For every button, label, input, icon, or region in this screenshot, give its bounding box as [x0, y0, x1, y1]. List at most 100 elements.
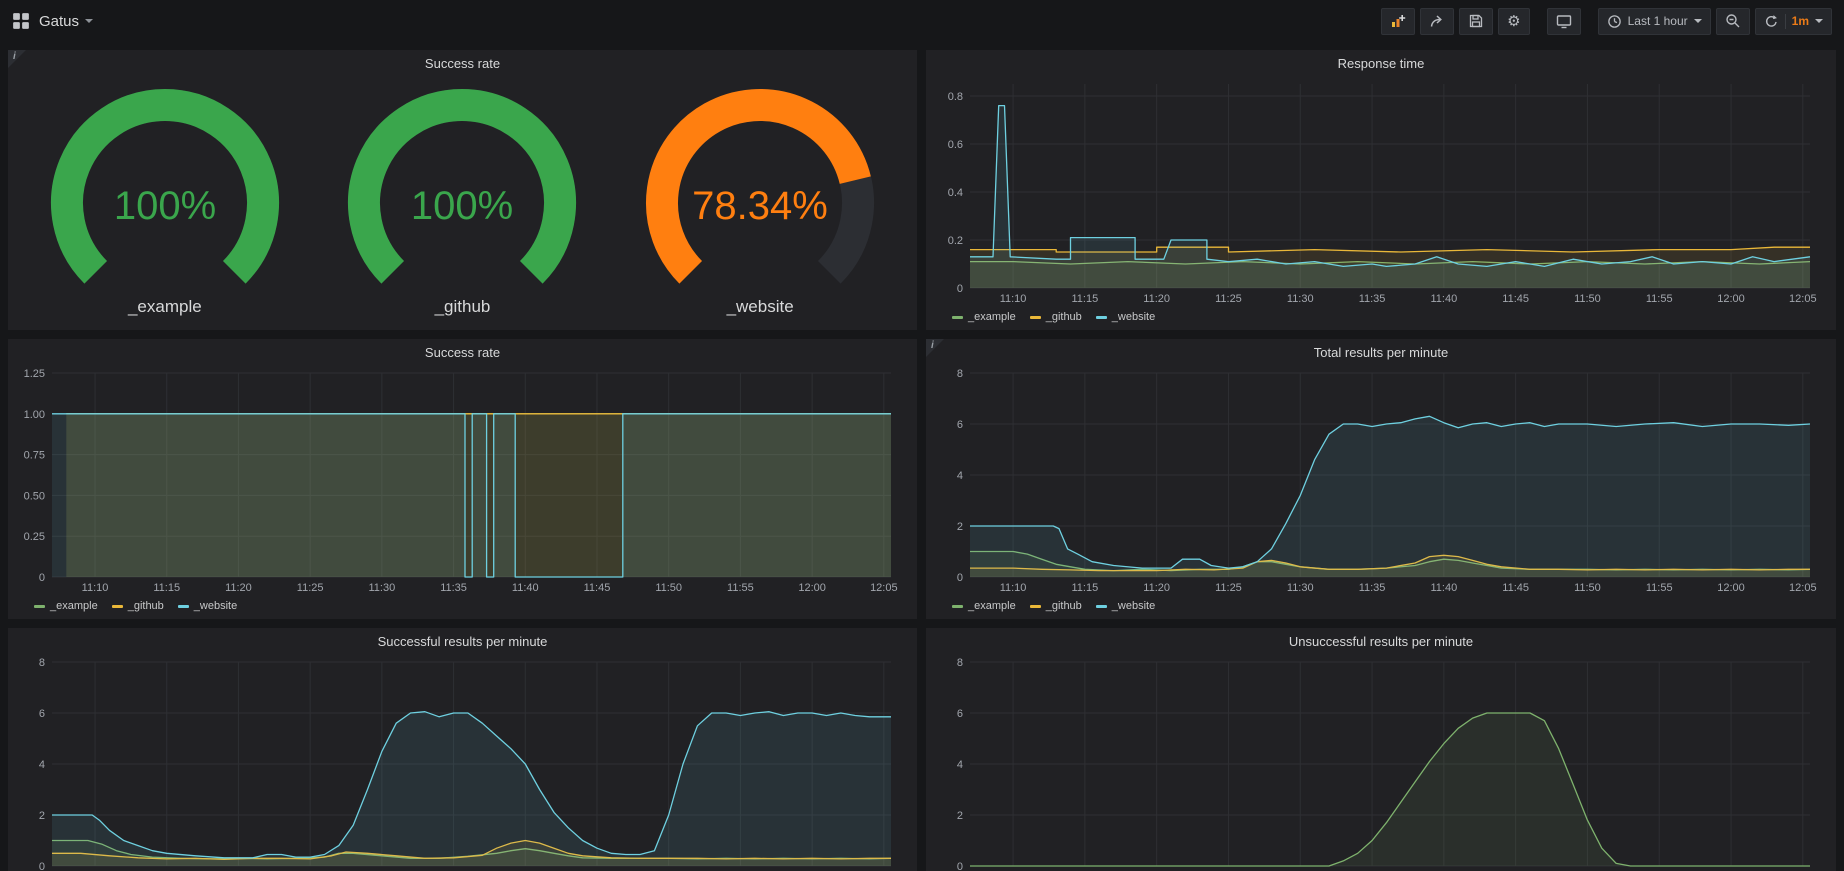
y-axis-label: 0.75 — [24, 450, 45, 462]
x-axis-label: 11:30 — [1287, 293, 1314, 305]
chevron-down-icon — [85, 19, 93, 23]
x-axis-label: 11:25 — [1215, 293, 1242, 305]
panel-info-icon[interactable] — [926, 339, 944, 357]
legend-item-_website[interactable]: _website — [1096, 600, 1155, 612]
cycle-view-button[interactable] — [1547, 8, 1581, 35]
y-axis-label: 0 — [957, 283, 963, 295]
legend-swatch — [178, 605, 189, 608]
legend-label: _website — [194, 600, 237, 612]
dashboard-grid: i Success rate 100%_example100%_github78… — [0, 42, 1844, 871]
panel-title[interactable]: Unsuccessful results per minute — [926, 628, 1836, 654]
y-axis-label: 0.25 — [24, 531, 45, 543]
panel-body: 11:1011:1511:2011:2511:3011:3511:4011:45… — [8, 654, 917, 871]
y-axis-label: 1.25 — [24, 368, 45, 380]
x-axis-label: 11:35 — [440, 582, 467, 594]
chevron-down-icon — [1815, 19, 1823, 23]
gauge-arc: 100% — [20, 85, 310, 301]
y-axis-label: 6 — [39, 708, 45, 720]
gauges-row: 100%_example100%_github78.34%_website — [16, 76, 909, 326]
navbar-right: ⚙ Last 1 hour — [1381, 8, 1832, 35]
y-axis-label: 2 — [957, 521, 963, 533]
add-panel-icon — [1390, 13, 1406, 29]
zoom-out-button[interactable] — [1716, 8, 1750, 35]
success-rate-chart[interactable]: 11:1011:1511:2011:2511:3011:3511:4011:45… — [16, 365, 909, 597]
panel-title[interactable]: Success rate — [8, 339, 917, 365]
unsuccessful-results-chart[interactable]: 11:1011:1511:2011:2511:3011:3511:4011:45… — [934, 654, 1828, 871]
x-axis-label: 11:40 — [1430, 582, 1457, 594]
gauge-_website: 78.34%_website — [615, 85, 905, 317]
x-axis-label: 11:45 — [1502, 293, 1529, 305]
x-axis-label: 11:15 — [1072, 293, 1099, 305]
y-axis-label: 2 — [957, 810, 963, 822]
y-axis-label: 0 — [39, 861, 45, 871]
zoom-out-icon — [1725, 13, 1741, 29]
panel-info-icon[interactable] — [8, 50, 26, 68]
y-axis-label: 0.4 — [948, 187, 963, 199]
y-axis-label: 8 — [957, 657, 963, 669]
gauge-value: 100% — [114, 184, 216, 228]
legend-item-_github[interactable]: _github — [1030, 311, 1082, 323]
dashboard-title: Gatus — [39, 13, 79, 30]
divider — [1785, 14, 1786, 29]
panel-successful-results: Successful results per minute 11:1011:15… — [8, 628, 917, 871]
panel-title[interactable]: Successful results per minute — [8, 628, 917, 654]
x-axis-label: 11:40 — [512, 582, 539, 594]
dashboard-title-dropdown[interactable]: Gatus — [39, 13, 93, 30]
successful-results-chart[interactable]: 11:1011:1511:2011:2511:3011:3511:4011:45… — [16, 654, 909, 871]
save-button[interactable] — [1459, 8, 1493, 35]
navbar: Gatus ⚙ — [0, 0, 1844, 42]
legend-label: _github — [128, 600, 164, 612]
y-axis-label: 6 — [957, 419, 963, 431]
time-range-button[interactable]: Last 1 hour — [1598, 8, 1711, 35]
y-axis-label: 0.8 — [948, 91, 963, 103]
y-axis-label: 0.2 — [948, 235, 963, 247]
x-axis-label: 11:15 — [153, 582, 180, 594]
y-axis-label: 8 — [957, 368, 963, 380]
y-axis-label: 6 — [957, 708, 963, 720]
y-axis-label: 2 — [39, 810, 45, 822]
chart-legend: _example _github _website — [934, 597, 1828, 615]
x-axis-label: 11:10 — [82, 582, 109, 594]
x-axis-label: 11:35 — [1359, 582, 1386, 594]
panel-response-time: Response time 11:1011:1511:2011:2511:301… — [926, 50, 1836, 330]
x-axis-label: 12:05 — [1789, 293, 1817, 305]
legend-item-_example[interactable]: _example — [952, 311, 1016, 323]
navbar-left: Gatus — [12, 12, 93, 30]
gauge-arc: 78.34% — [615, 85, 905, 301]
y-axis-label: 4 — [39, 759, 45, 771]
x-axis-label: 11:25 — [1215, 582, 1242, 594]
refresh-icon — [1764, 14, 1779, 29]
legend-swatch — [952, 316, 963, 319]
panel-title[interactable]: Success rate — [8, 50, 917, 76]
add-panel-button[interactable] — [1381, 8, 1415, 35]
legend-item-_website[interactable]: _website — [178, 600, 237, 612]
legend-item-_github[interactable]: _github — [1030, 600, 1082, 612]
dashboards-grid-icon[interactable] — [12, 12, 30, 30]
refresh-button[interactable]: 1m — [1755, 8, 1832, 35]
panel-total-results: i Total results per minute 11:1011:1511:… — [926, 339, 1836, 619]
panel-success-rate-graph: Success rate 11:1011:1511:2011:2511:3011… — [8, 339, 917, 619]
legend-item-_github[interactable]: _github — [112, 600, 164, 612]
chart-canvas: 11:1011:1511:2011:2511:3011:3511:4011:45… — [16, 365, 909, 597]
chart-legend: _example _github _website — [934, 308, 1828, 326]
x-axis-label: 11:10 — [1000, 293, 1027, 305]
x-axis-label: 12:00 — [798, 582, 826, 594]
gauge-value: 100% — [411, 184, 513, 228]
panel-title[interactable]: Total results per minute — [926, 339, 1836, 365]
share-button[interactable] — [1420, 8, 1454, 35]
legend-item-_example[interactable]: _example — [34, 600, 98, 612]
time-range-label: Last 1 hour — [1628, 14, 1688, 28]
refresh-interval-label: 1m — [1792, 14, 1809, 28]
x-axis-label: 11:45 — [1502, 582, 1529, 594]
panel-body: 11:1011:1511:2011:2511:3011:3511:4011:45… — [926, 76, 1836, 330]
legend-item-_example[interactable]: _example — [952, 600, 1016, 612]
legend-item-_website[interactable]: _website — [1096, 311, 1155, 323]
settings-button[interactable]: ⚙ — [1498, 8, 1529, 35]
y-axis-label: 0.50 — [24, 490, 45, 502]
legend-swatch — [112, 605, 123, 608]
legend-swatch — [952, 605, 963, 608]
response-time-chart[interactable]: 11:1011:1511:2011:2511:3011:3511:4011:45… — [934, 76, 1828, 308]
total-results-chart[interactable]: 11:1011:1511:2011:2511:3011:3511:4011:45… — [934, 365, 1828, 597]
legend-label: _website — [1112, 600, 1155, 612]
panel-title[interactable]: Response time — [926, 50, 1836, 76]
